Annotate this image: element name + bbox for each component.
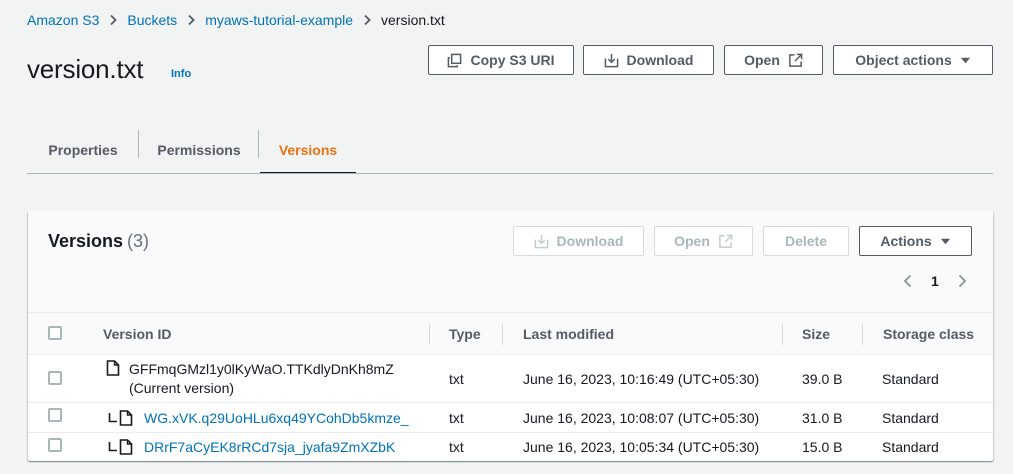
- row-checkbox[interactable]: [48, 371, 62, 385]
- copy-s3-uri-button[interactable]: Copy S3 URI: [428, 45, 574, 75]
- chevron-right-icon: [99, 14, 127, 26]
- versions-panel: Versions (3) Download Open Delete Actions…: [28, 211, 993, 461]
- table-header: Version ID Type Last modified Size Stora…: [28, 312, 993, 355]
- last-modified-cell: June 16, 2023, 10:16:49 (UTC+05:30): [523, 370, 760, 387]
- size-cell: 39.0 B: [802, 370, 843, 387]
- tab-versions-label: Versions: [278, 142, 338, 158]
- version-id-cell: WG.xVK.q29UoHLu6xq49YCohDb5kmze_: [108, 403, 409, 432]
- version-id-cell: DRrF7aCyEK8rRCd7sja_jyafa9ZmXZbK: [108, 433, 395, 461]
- version-id-cell: GFFmqGMzl1y0lKyWaO.TTKdlyDnKh8mZ (Curren…: [106, 360, 394, 398]
- download-icon: [534, 234, 548, 248]
- last-modified-cell: June 16, 2023, 10:05:34 (UTC+05:30): [523, 439, 760, 455]
- size-cell: 15.0 B: [802, 439, 843, 455]
- column-divider: [429, 323, 430, 345]
- chevron-right-icon[interactable]: [955, 274, 969, 288]
- copy-s3-uri-label: Copy S3 URI: [470, 52, 555, 68]
- version-id-link[interactable]: WG.xVK.q29UoHLu6xq49YCohDb5kmze_: [144, 410, 409, 426]
- open-label: Open: [744, 52, 780, 68]
- versions-title: Versions (3): [48, 231, 149, 252]
- chevron-left-icon[interactable]: [901, 274, 915, 288]
- tree-branch-icon: [108, 412, 117, 422]
- type-cell: txt: [449, 409, 464, 426]
- page-number[interactable]: 1: [931, 273, 939, 289]
- table-row[interactable]: GFFmqGMzl1y0lKyWaO.TTKdlyDnKh8mZ (Curren…: [28, 355, 993, 403]
- tree-branch-icon: [108, 442, 117, 452]
- file-icon: [119, 409, 133, 426]
- file-icon: [119, 439, 133, 455]
- download-label: Download: [626, 52, 694, 68]
- chevron-right-icon: [353, 14, 381, 26]
- versions-delete-label: Delete: [784, 233, 828, 249]
- size-cell: 31.0 B: [802, 409, 843, 426]
- version-id-link[interactable]: DRrF7aCyEK8rRCd7sja_jyafa9ZmXZbK: [144, 439, 395, 455]
- external-link-icon: [789, 53, 803, 67]
- tab-permissions[interactable]: Permissions: [139, 127, 259, 173]
- versions-download-button[interactable]: Download: [513, 226, 644, 256]
- versions-title-text: Versions: [48, 231, 124, 251]
- tab-bar-border: [27, 173, 993, 174]
- current-version-label: (Current version): [129, 380, 235, 396]
- storage-class-cell: Standard: [882, 439, 939, 455]
- file-icon: [106, 360, 120, 376]
- versions-actions-button[interactable]: Actions: [859, 226, 972, 256]
- versions-delete-button[interactable]: Delete: [763, 226, 849, 256]
- versions-open-label: Open: [674, 233, 710, 249]
- external-link-icon: [719, 234, 733, 248]
- breadcrumb: Amazon S3 Buckets myaws-tutorial-example…: [27, 10, 445, 30]
- tab-versions[interactable]: Versions: [260, 127, 356, 174]
- versions-actions-label: Actions: [880, 233, 932, 249]
- download-button[interactable]: Download: [583, 45, 714, 75]
- column-divider: [862, 323, 863, 345]
- column-header-storage-class[interactable]: Storage class: [883, 313, 974, 354]
- select-all-checkbox[interactable]: [48, 326, 62, 340]
- object-actions-button[interactable]: Object actions: [833, 45, 993, 75]
- last-modified-cell: June 16, 2023, 10:08:07 (UTC+05:30): [523, 409, 760, 426]
- tab-properties[interactable]: Properties: [27, 127, 139, 173]
- chevron-right-icon: [177, 14, 205, 26]
- versions-count: (3): [127, 231, 150, 251]
- versions-open-button[interactable]: Open: [654, 226, 753, 256]
- column-header-version-id[interactable]: Version ID: [103, 313, 171, 354]
- breadcrumb-amazon-s3[interactable]: Amazon S3: [27, 12, 99, 28]
- tab-divider: [258, 130, 259, 158]
- caret-down-icon: [940, 238, 950, 244]
- versions-download-label: Download: [556, 233, 624, 249]
- breadcrumb-buckets[interactable]: Buckets: [127, 12, 177, 28]
- version-id-text: GFFmqGMzl1y0lKyWaO.TTKdlyDnKh8mZ: [129, 361, 394, 377]
- page-title: version.txt: [27, 54, 144, 84]
- storage-class-cell: Standard: [882, 409, 939, 426]
- row-checkbox[interactable]: [48, 408, 62, 422]
- row-checkbox[interactable]: [48, 438, 62, 452]
- column-header-size[interactable]: Size: [802, 313, 830, 354]
- open-button[interactable]: Open: [724, 45, 823, 75]
- download-icon: [604, 53, 618, 67]
- type-cell: txt: [449, 439, 464, 455]
- tab-bar: Properties Permissions Versions: [27, 127, 993, 174]
- breadcrumb-current: version.txt: [381, 12, 445, 28]
- caret-down-icon: [960, 57, 970, 63]
- object-actions-label: Object actions: [855, 52, 952, 68]
- info-link[interactable]: Info: [171, 68, 191, 80]
- column-divider: [782, 323, 783, 345]
- column-divider: [502, 323, 503, 345]
- breadcrumb-bucket-name[interactable]: myaws-tutorial-example: [205, 12, 353, 28]
- copy-icon: [448, 53, 462, 67]
- table-row[interactable]: WG.xVK.q29UoHLu6xq49YCohDb5kmze_ txt Jun…: [28, 403, 993, 433]
- column-header-type[interactable]: Type: [449, 313, 481, 354]
- column-header-last-modified[interactable]: Last modified: [523, 313, 614, 354]
- table-row[interactable]: DRrF7aCyEK8rRCd7sja_jyafa9ZmXZbK txt Jun…: [28, 433, 993, 461]
- pagination: 1: [901, 269, 969, 293]
- storage-class-cell: Standard: [882, 370, 939, 387]
- type-cell: txt: [449, 370, 464, 387]
